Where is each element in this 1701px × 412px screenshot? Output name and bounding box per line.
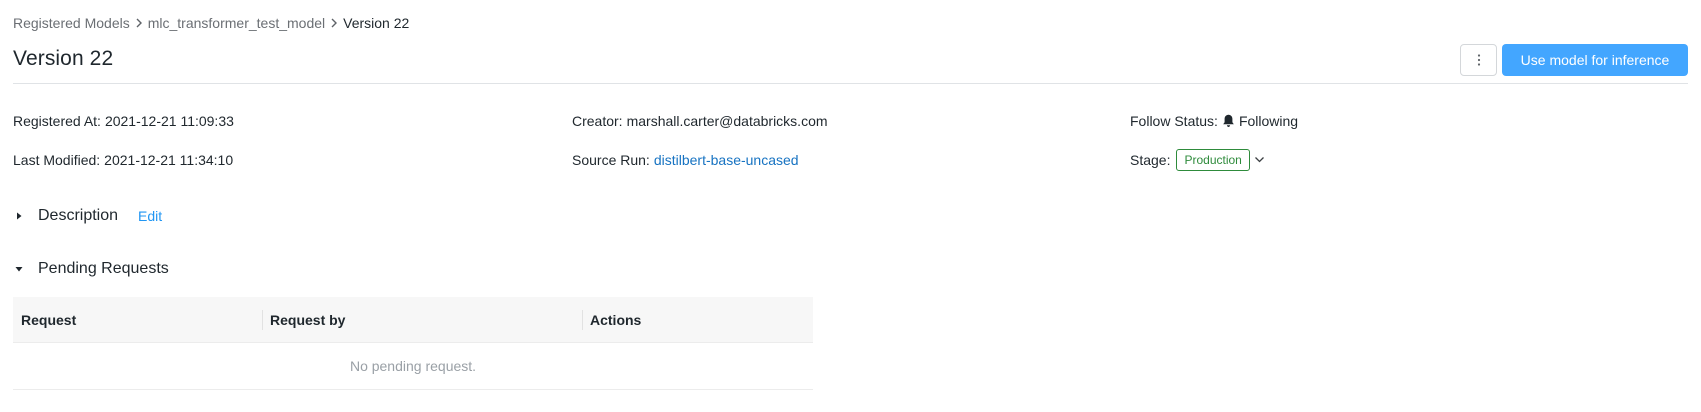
creator-value: marshall.carter@databricks.com <box>626 113 828 129</box>
registered-at-value: 2021-12-21 11:09:33 <box>104 113 234 129</box>
breadcrumb-registered-models[interactable]: Registered Models <box>13 15 130 31</box>
follow-status-field: Follow Status: Following <box>1130 110 1298 132</box>
registered-at-field: Registered At: 2021-12-21 11:09:33 <box>13 110 234 132</box>
pending-requests-section-header: Pending Requests <box>14 258 169 280</box>
caret-right-icon[interactable] <box>14 211 24 221</box>
breadcrumb-model-name[interactable]: mlc_transformer_test_model <box>148 15 325 31</box>
description-title[interactable]: Description <box>38 207 118 225</box>
last-modified-label: Last Modified: <box>13 152 101 168</box>
table-empty-message: No pending request. <box>13 343 813 390</box>
header-divider <box>13 83 1688 84</box>
last-modified-value: 2021-12-21 11:34:10 <box>104 152 234 168</box>
column-header-request-by: Request by <box>262 297 582 342</box>
caret-down-icon[interactable] <box>14 264 24 274</box>
model-version-page: Registered Models mlc_transformer_test_m… <box>0 0 1701 412</box>
column-header-request: Request <box>21 311 77 328</box>
stage-label: Stage: <box>1130 152 1171 168</box>
source-run-link[interactable]: distilbert-base-uncased <box>654 152 799 168</box>
use-model-for-inference-button[interactable]: Use model for inference <box>1502 44 1688 76</box>
chevron-right-icon <box>325 18 343 28</box>
column-header-actions: Actions <box>582 297 813 342</box>
registered-at-label: Registered At: <box>13 113 101 129</box>
follow-status-value[interactable]: Following <box>1239 113 1298 129</box>
breadcrumb: Registered Models mlc_transformer_test_m… <box>13 15 409 31</box>
source-run-field: Source Run: distilbert-base-uncased <box>572 149 799 171</box>
more-options-button[interactable] <box>1460 44 1497 76</box>
last-modified-field: Last Modified: 2021-12-21 11:34:10 <box>13 149 233 171</box>
table-header-row: Request Request by Actions <box>13 297 813 343</box>
chevron-down-icon[interactable] <box>1254 154 1266 166</box>
stage-field: Stage: Production <box>1130 149 1266 171</box>
creator-label: Creator: <box>572 113 623 129</box>
bell-icon[interactable] <box>1222 114 1236 128</box>
description-section-header: Description Edit <box>14 205 162 227</box>
creator-field: Creator: marshall.carter@databricks.com <box>572 110 828 132</box>
vertical-ellipsis-icon <box>1477 54 1481 66</box>
follow-status-label: Follow Status: <box>1130 113 1218 129</box>
page-title: Version 22 <box>13 47 114 70</box>
pending-requests-table: Request Request by Actions No pending re… <box>13 297 813 390</box>
chevron-right-icon <box>130 18 148 28</box>
description-edit-link[interactable]: Edit <box>138 208 162 224</box>
stage-badge[interactable]: Production <box>1176 149 1250 171</box>
breadcrumb-current-version: Version 22 <box>343 15 410 31</box>
source-run-label: Source Run: <box>572 152 650 168</box>
pending-requests-title[interactable]: Pending Requests <box>38 260 169 278</box>
